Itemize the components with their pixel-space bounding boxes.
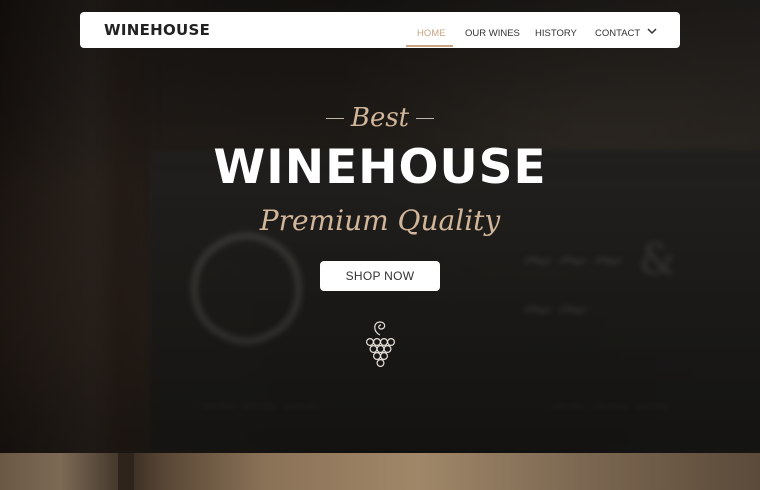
hero-subtitle: Premium Quality bbox=[259, 204, 501, 237]
kicker-line-right bbox=[416, 118, 434, 119]
chevron-down-icon[interactable] bbox=[646, 25, 658, 37]
nav-history[interactable]: HISTORY bbox=[535, 28, 577, 39]
nav-home[interactable]: HOME bbox=[417, 28, 446, 39]
nav-contact[interactable]: CONTACT bbox=[595, 28, 640, 39]
hero-kicker: Best bbox=[350, 103, 410, 133]
shop-now-button[interactable]: SHOP NOW bbox=[320, 261, 440, 291]
grape-icon bbox=[365, 321, 396, 367]
kicker-line-left bbox=[326, 118, 344, 119]
nav-our-wines[interactable]: OUR WINES bbox=[465, 28, 520, 39]
next-section-preview bbox=[0, 453, 760, 490]
navbar: WINEHOUSE HOME OUR WINES HISTORY CONTACT bbox=[80, 12, 680, 48]
brand-logo[interactable]: WINEHOUSE bbox=[104, 21, 210, 39]
nav-active-indicator bbox=[406, 45, 453, 47]
hero-title: WINEHOUSE bbox=[213, 140, 547, 195]
hero-kicker-row: Best bbox=[0, 103, 760, 139]
preview-divider bbox=[118, 453, 134, 490]
